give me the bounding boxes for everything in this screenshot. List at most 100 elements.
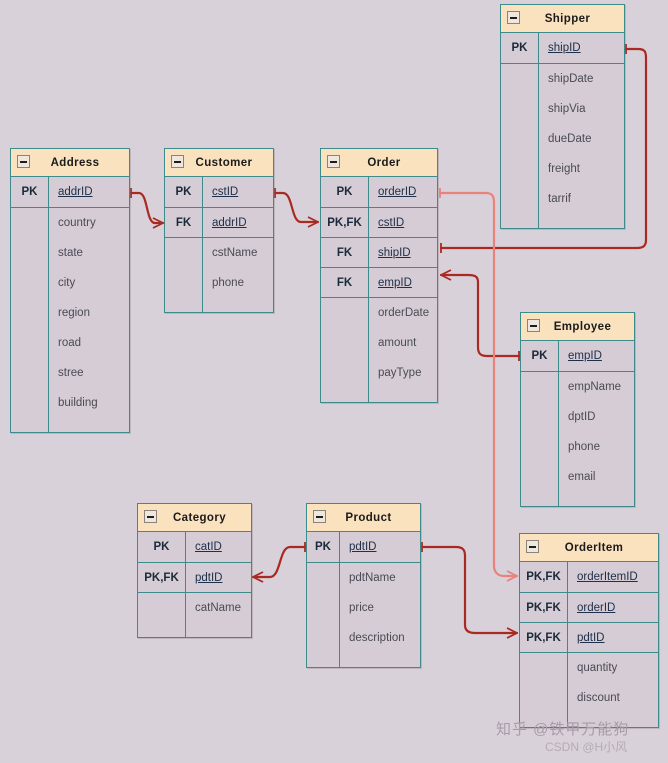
key-label-empty xyxy=(501,214,539,228)
key-label-empty xyxy=(321,298,369,328)
attribute-section: shipDate shipVia dueDate freight tarrif xyxy=(501,64,624,228)
attribute-row[interactable]: pdtName xyxy=(307,563,420,593)
key-label: PK,FK xyxy=(520,623,568,652)
attribute-row[interactable]: stree xyxy=(11,358,129,388)
minus-box-icon[interactable] xyxy=(507,11,520,24)
attribute-row[interactable]: road xyxy=(11,328,129,358)
key-row[interactable]: PK addrID xyxy=(11,177,129,207)
key-label: PK xyxy=(307,532,340,562)
attribute-row[interactable]: country xyxy=(11,208,129,238)
attribute-name: shipDate xyxy=(548,73,594,85)
attribute-row[interactable]: dptID xyxy=(521,402,634,432)
attribute-name: description xyxy=(349,632,405,644)
minus-box-icon[interactable] xyxy=(526,540,539,553)
key-row[interactable]: PK empID xyxy=(521,341,634,371)
attribute-section-padding xyxy=(165,298,273,312)
key-row[interactable]: FK addrID xyxy=(165,207,273,237)
erd-canvas: Address PK addrID country state city region roa… xyxy=(0,0,668,763)
key-row[interactable]: PK orderID xyxy=(321,177,437,207)
key-row[interactable]: FK shipID xyxy=(321,237,437,267)
attribute-section: catName xyxy=(138,593,251,637)
key-row[interactable]: PK,FK orderItemID xyxy=(520,562,658,592)
key-label: PK xyxy=(321,177,369,207)
key-label-empty xyxy=(307,623,340,653)
attribute-row[interactable]: shipDate xyxy=(501,64,624,94)
key-label-empty xyxy=(501,94,539,124)
attribute-name: pdtName xyxy=(349,572,396,584)
key-label: PK xyxy=(521,341,559,371)
key-row[interactable]: PK,FK pdtID xyxy=(138,562,251,592)
link-product-orderitem xyxy=(420,542,519,639)
attribute-row[interactable]: building xyxy=(11,388,129,418)
key-row[interactable]: PK catID xyxy=(138,532,251,562)
attribute-row[interactable]: amount xyxy=(321,328,437,358)
attribute-row[interactable]: payType xyxy=(321,358,437,388)
entity-orderitem[interactable]: OrderItem PK,FK orderItemID PK,FK orderID PK,… xyxy=(519,533,659,728)
key-attribute-section: PK empID xyxy=(521,341,634,372)
attribute-section: quantity discount xyxy=(520,653,658,727)
attribute-row[interactable]: state xyxy=(11,238,129,268)
minus-box-icon[interactable] xyxy=(171,155,184,168)
entity-order[interactable]: Order PK orderID PK,FK cstID FK shipID FK empID o… xyxy=(320,148,438,403)
entity-product[interactable]: Product PK pdtID pdtName price description xyxy=(306,503,421,668)
entity-title-bar: Address xyxy=(11,149,129,177)
link-order-orderitem xyxy=(438,188,519,582)
key-row[interactable]: PK,FK cstID xyxy=(321,207,437,237)
attribute-row[interactable]: quantity xyxy=(520,653,658,683)
attribute-name: state xyxy=(58,247,83,259)
attribute-name: empName xyxy=(568,381,622,393)
attribute-name: country xyxy=(58,217,96,229)
key-label-empty xyxy=(521,432,559,462)
key-label-empty xyxy=(501,184,539,214)
entity-category[interactable]: Category PK catID PK,FK pdtID catName xyxy=(137,503,252,638)
attribute-row[interactable]: description xyxy=(307,623,420,653)
minus-box-icon[interactable] xyxy=(144,510,157,523)
attribute-empty xyxy=(369,388,437,402)
entity-customer[interactable]: Customer PK cstID FK addrID cstName phone xyxy=(164,148,274,313)
attribute-name: quantity xyxy=(577,662,618,674)
key-label-empty xyxy=(307,563,340,593)
attribute-name: pdtID xyxy=(577,631,605,644)
minus-box-icon[interactable] xyxy=(327,155,340,168)
attribute-section: empName dptID phone email xyxy=(521,372,634,506)
minus-box-icon[interactable] xyxy=(527,319,540,332)
attribute-name: phone xyxy=(568,441,600,453)
attribute-row[interactable]: orderDate xyxy=(321,298,437,328)
attribute-name: freight xyxy=(548,163,580,175)
key-label-empty xyxy=(11,418,49,432)
key-row[interactable]: PK,FK pdtID xyxy=(520,622,658,652)
key-label-empty xyxy=(307,653,340,667)
attribute-row[interactable]: freight xyxy=(501,154,624,184)
attribute-row[interactable]: dueDate xyxy=(501,124,624,154)
key-row[interactable]: PK pdtID xyxy=(307,532,420,562)
key-row[interactable]: PK cstID xyxy=(165,177,273,207)
attribute-row[interactable]: region xyxy=(11,298,129,328)
attribute-row[interactable]: tarrif xyxy=(501,184,624,214)
key-attribute-section: PK shipID xyxy=(501,33,624,64)
entity-employee[interactable]: Employee PK empID empName dptID phone email xyxy=(520,312,635,507)
attribute-row[interactable]: discount xyxy=(520,683,658,713)
entity-address[interactable]: Address PK addrID country state city region roa… xyxy=(10,148,130,433)
key-row[interactable]: PK,FK orderID xyxy=(520,592,658,622)
attribute-section: cstName phone xyxy=(165,238,273,312)
watermark-secondary: CSDN @H小风 xyxy=(545,740,628,754)
attribute-name: empID xyxy=(568,350,602,362)
attribute-name: orderID xyxy=(378,186,417,198)
minus-box-icon[interactable] xyxy=(313,510,326,523)
attribute-row[interactable]: cstName xyxy=(165,238,273,268)
attribute-row[interactable]: empName xyxy=(521,372,634,402)
attribute-row[interactable]: phone xyxy=(165,268,273,298)
attribute-row[interactable]: price xyxy=(307,593,420,623)
key-row[interactable]: FK empID xyxy=(321,267,437,297)
attribute-row[interactable]: shipVia xyxy=(501,94,624,124)
attribute-row[interactable]: catName xyxy=(138,593,251,623)
minus-box-icon[interactable] xyxy=(17,155,30,168)
attribute-row[interactable]: email xyxy=(521,462,634,492)
attribute-row[interactable]: phone xyxy=(521,432,634,462)
attribute-name: tarrif xyxy=(548,193,571,205)
attribute-row[interactable]: city xyxy=(11,268,129,298)
key-label-empty xyxy=(321,328,369,358)
entity-shipper[interactable]: Shipper PK shipID shipDate shipVia dueDate fre… xyxy=(500,4,625,229)
key-row[interactable]: PK shipID xyxy=(501,33,624,63)
attribute-name: payType xyxy=(378,367,422,379)
